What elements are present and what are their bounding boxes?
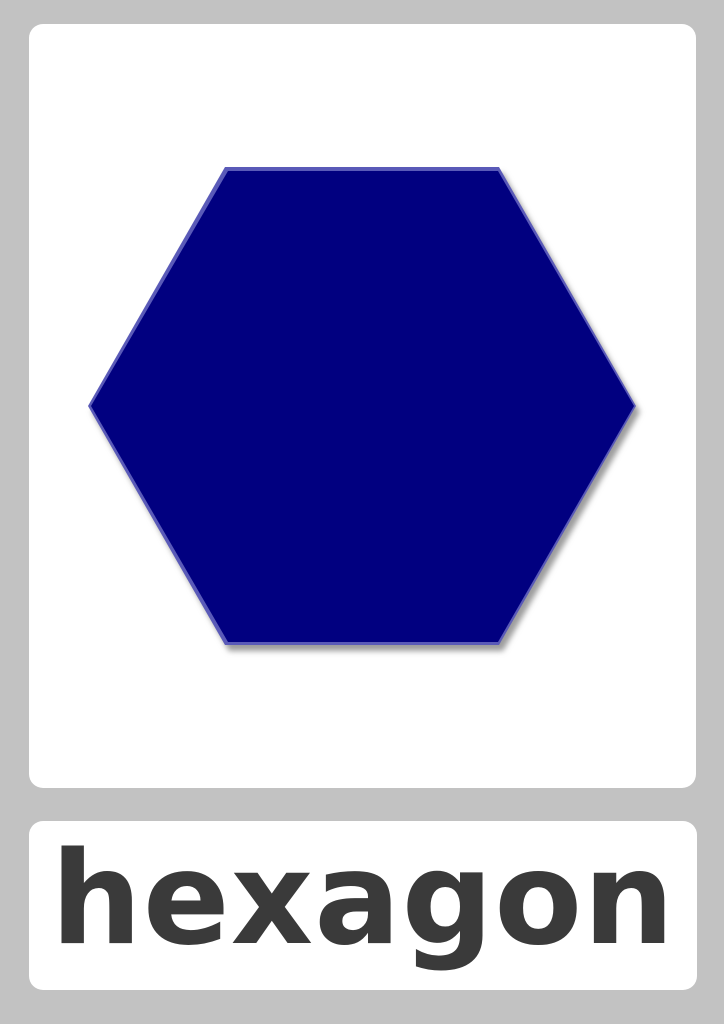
flashcard: hexagon xyxy=(0,0,724,1024)
label-panel: hexagon xyxy=(29,821,697,990)
hexagon-face xyxy=(91,171,634,642)
picture-panel xyxy=(29,24,696,788)
shape-word: hexagon xyxy=(50,825,676,974)
hexagon-shape-icon xyxy=(88,167,640,651)
